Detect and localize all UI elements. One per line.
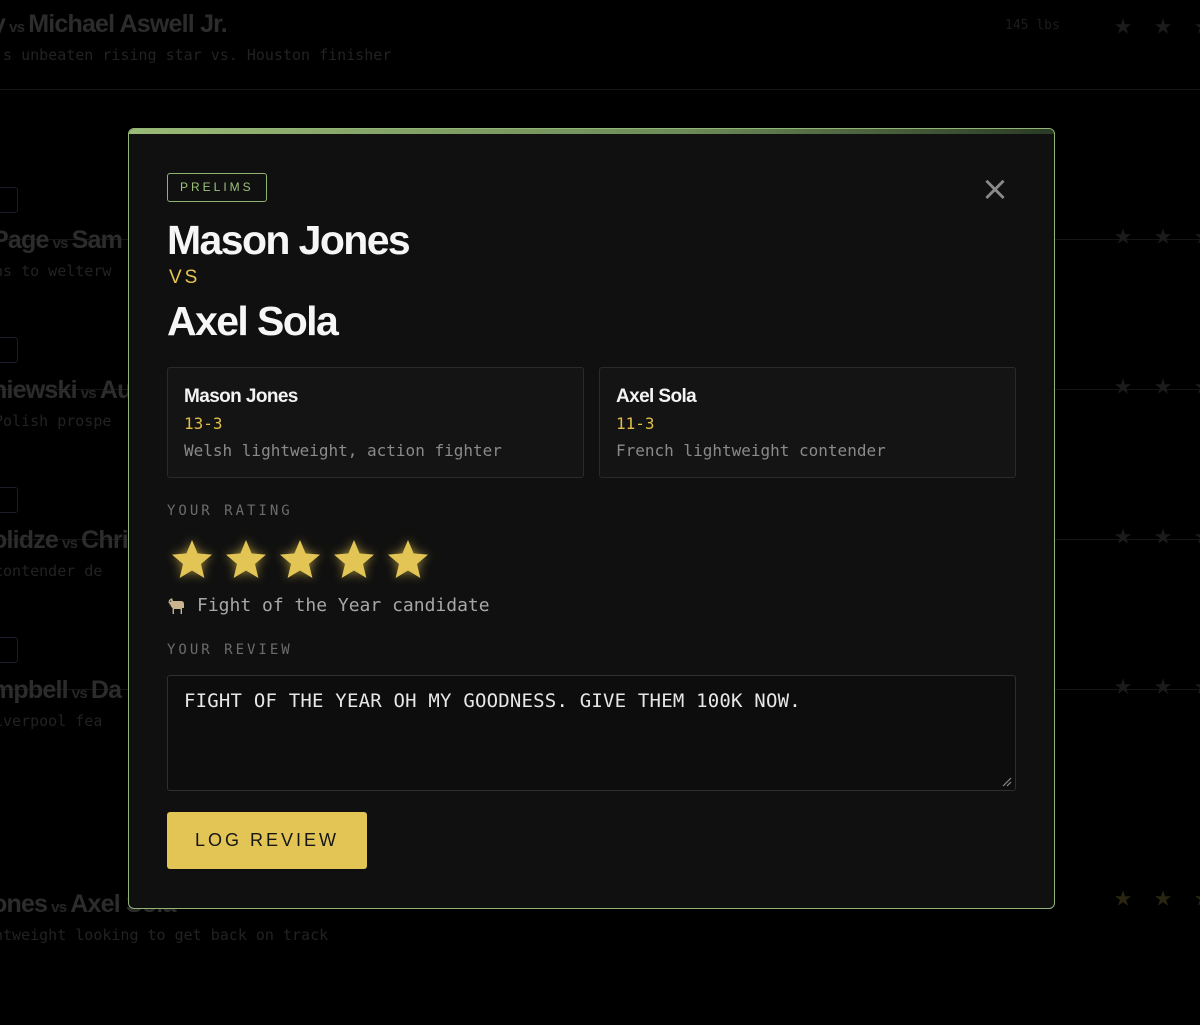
review-modal: PRELIMS × Mason Jones VS Axel Sola Mason… xyxy=(128,128,1055,909)
list-item-stars: ★ ★ ★ xyxy=(1114,879,1200,914)
star-icon: ★ xyxy=(1154,879,1173,914)
list-item-title: yvsMichael Aswell Jr. xyxy=(0,10,228,38)
star-icon: ★ xyxy=(1114,879,1133,914)
close-icon[interactable]: × xyxy=(980,172,1010,206)
fighter-b-title: Axel Sola xyxy=(167,298,339,344)
list-item-desc: iverpool fea xyxy=(0,712,103,730)
star-icon[interactable] xyxy=(221,535,271,583)
fighter-card-b: Axel Sola 11-3 French lightweight conten… xyxy=(599,367,1016,478)
rating-caption: Fight of the Year candidate xyxy=(167,595,490,616)
star-icon: ★ xyxy=(1154,7,1173,42)
star-icon: ★ xyxy=(1194,10,1200,40)
list-item-weight: 145 lbs xyxy=(1005,18,1060,33)
list-item-stars: ★ ★ ★ xyxy=(1114,7,1200,42)
list-item-desc: 's unbeaten rising star vs. Houston fini… xyxy=(0,46,392,64)
star-icon: ★ xyxy=(1114,667,1133,702)
star-rating xyxy=(167,535,433,583)
list-item-title: mpbell vs Da xyxy=(0,676,122,704)
fighter-card-name: Axel Sola xyxy=(616,386,697,407)
fighter-a-title: Mason Jones xyxy=(167,217,411,263)
row-checkbox[interactable] xyxy=(0,637,18,663)
resize-grip-icon[interactable] xyxy=(1002,777,1012,787)
goat-icon xyxy=(168,597,184,614)
review-text: FIGHT OF THE YEAR OH MY GOODNESS. GIVE T… xyxy=(184,690,801,712)
list-item-stars: ★ ★ ★ xyxy=(1114,667,1200,702)
card-section-badge: PRELIMS xyxy=(167,173,267,202)
fighter-card-desc: Welsh lightweight, action fighter xyxy=(184,441,502,460)
fighter-card-name: Mason Jones xyxy=(184,386,298,407)
row-checkbox[interactable] xyxy=(0,337,18,363)
row-checkbox[interactable] xyxy=(0,187,18,213)
log-review-button[interactable]: LOG REVIEW xyxy=(167,812,367,869)
star-icon: ★ xyxy=(1114,7,1133,42)
star-icon[interactable] xyxy=(167,535,217,583)
list-item: yvsMichael Aswell Jr. 's unbeaten rising… xyxy=(0,0,1200,90)
fighter-card-a: Mason Jones 13-3 Welsh lightweight, acti… xyxy=(167,367,584,478)
fighter-cards: Mason Jones 13-3 Welsh lightweight, acti… xyxy=(167,367,1016,478)
star-icon: ★ xyxy=(1194,882,1200,912)
rating-caption-text: Fight of the Year candidate xyxy=(197,595,490,616)
vs-label: VS xyxy=(169,267,201,288)
star-icon[interactable] xyxy=(275,535,325,583)
star-icon[interactable] xyxy=(329,535,379,583)
row-checkbox[interactable] xyxy=(0,487,18,513)
star-icon: ★ xyxy=(1154,667,1173,702)
review-label: YOUR REVIEW xyxy=(167,642,293,658)
rating-label: YOUR RATING xyxy=(167,503,293,519)
star-icon: ★ xyxy=(1194,670,1200,700)
review-textarea[interactable]: FIGHT OF THE YEAR OH MY GOODNESS. GIVE T… xyxy=(167,675,1016,791)
fighter-card-desc: French lightweight contender xyxy=(616,441,886,460)
list-item-desc: ntweight looking to get back on track xyxy=(0,926,329,944)
fighter-card-record: 11-3 xyxy=(616,414,655,433)
fighter-card-record: 13-3 xyxy=(184,414,223,433)
modal-accent-bar xyxy=(129,129,1054,134)
star-icon[interactable] xyxy=(383,535,433,583)
